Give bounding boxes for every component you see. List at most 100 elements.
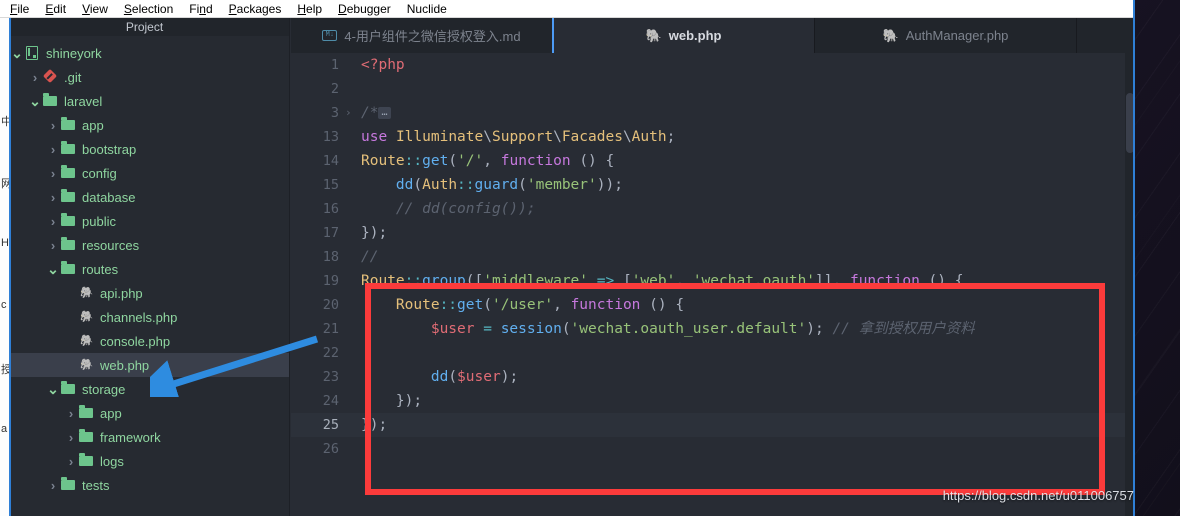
- tree-item-tests[interactable]: ›tests: [0, 473, 289, 497]
- menu-item-edit[interactable]: Edit: [37, 0, 74, 18]
- editor-scrollbar-thumb[interactable]: [1126, 93, 1134, 153]
- php-icon: 🐘: [646, 30, 662, 42]
- tab-label: AuthManager.php: [906, 28, 1009, 43]
- chevron-down-icon[interactable]: ⌄: [46, 264, 60, 274]
- line-number: 14: [291, 149, 343, 173]
- chevron-down-icon[interactable]: ⌄: [10, 48, 24, 58]
- markdown-icon: M↓: [322, 30, 337, 41]
- code-line[interactable]: 18//: [291, 245, 1135, 269]
- chevron-right-icon[interactable]: ›: [28, 70, 42, 85]
- tree-item-web-php[interactable]: 🐘web.php: [0, 353, 289, 377]
- background-window-edge: [9, 18, 11, 516]
- menu-item-nuclide[interactable]: Nuclide: [399, 0, 455, 18]
- chevron-down-icon[interactable]: ⌄: [28, 96, 42, 106]
- code-line[interactable]: 3›/*…: [291, 101, 1135, 125]
- tree-item-routes[interactable]: ⌄routes: [0, 257, 289, 281]
- tree-item-config[interactable]: › config: [0, 161, 289, 185]
- tab-bar[interactable]: M↓4-用户组件之微信授权登入.md🐘web.php🐘AuthManager.p…: [291, 18, 1135, 53]
- code-line-text: Route::group(['middleware' => ['web', 'w…: [361, 269, 963, 293]
- chevron-right-icon[interactable]: ›: [46, 190, 60, 205]
- window-body: Project ⌄shineyork›.git⌄laravel›app›boot…: [0, 18, 1135, 516]
- chevron-right-icon[interactable]: ›: [46, 166, 60, 181]
- code-line[interactable]: 20 Route::get('/user', function () {: [291, 293, 1135, 317]
- code-fold-toggle-icon[interactable]: ›: [345, 101, 355, 125]
- code-line[interactable]: 21 $user = session('wechat.oauth_user.de…: [291, 317, 1135, 341]
- chevron-right-icon[interactable]: ›: [46, 214, 60, 229]
- tree-item-resources[interactable]: ›resources: [0, 233, 289, 257]
- line-number: 18: [291, 245, 343, 269]
- php-icon: 🐘: [78, 310, 95, 324]
- tree-item-console-php[interactable]: 🐘console.php: [0, 329, 289, 353]
- menu-item-packages[interactable]: Packages: [221, 0, 290, 18]
- tree-item-label: bootstrap: [82, 142, 136, 157]
- line-number: 13: [291, 125, 343, 149]
- tree-item-label: app: [100, 406, 122, 421]
- tree-item-git[interactable]: ›.git: [0, 65, 289, 89]
- chevron-right-icon[interactable]: ›: [46, 142, 60, 157]
- menu-bar[interactable]: FileEditViewSelectionFindPackagesHelpDeb…: [0, 0, 1135, 18]
- menu-item-file[interactable]: File: [0, 0, 37, 18]
- chevron-right-icon[interactable]: ›: [46, 118, 60, 133]
- code-line-text: use Illuminate\Support\Facades\Auth;: [361, 125, 675, 149]
- code-line[interactable]: 14Route::get('/', function () {: [291, 149, 1135, 173]
- code-line[interactable]: 25});: [291, 413, 1135, 437]
- tree-item-app[interactable]: › app: [0, 113, 289, 137]
- line-number: 20: [291, 293, 343, 317]
- code-line-text: $user = session('wechat.oauth_user.defau…: [361, 317, 975, 341]
- tree-item-label: config: [82, 166, 117, 181]
- code-area[interactable]: 1 <?php23›/*…13 use Illuminate\Support\Fac…: [291, 53, 1135, 516]
- tree-item-public[interactable]: ›public: [0, 209, 289, 233]
- chevron-right-icon[interactable]: ›: [64, 406, 78, 421]
- folder-icon: [60, 214, 77, 228]
- code-line-text: <?php: [361, 53, 405, 77]
- tree-item-label: app: [82, 118, 104, 133]
- line-number: 23: [291, 365, 343, 389]
- code-line[interactable]: 16 // dd(config());: [291, 197, 1135, 221]
- code-line[interactable]: 1 <?php: [291, 53, 1135, 77]
- tree-item-bootstrap[interactable]: › bootstrap: [0, 137, 289, 161]
- folder-icon: [78, 406, 95, 420]
- code-line[interactable]: 2: [291, 77, 1135, 101]
- tree-item-app[interactable]: › app: [0, 401, 289, 425]
- code-line[interactable]: 24 });: [291, 389, 1135, 413]
- menu-item-selection[interactable]: Selection: [116, 0, 181, 18]
- code-line[interactable]: 17});: [291, 221, 1135, 245]
- tree-item-storage[interactable]: ⌄ storage: [0, 377, 289, 401]
- menu-item-help[interactable]: Help: [289, 0, 330, 18]
- line-number: 17: [291, 221, 343, 245]
- tab-web.php[interactable]: 🐘web.php: [553, 18, 815, 53]
- menu-item-find[interactable]: Find: [181, 0, 220, 18]
- code-line[interactable]: 22: [291, 341, 1135, 365]
- code-line[interactable]: 13 use Illuminate\Support\Facades\Auth;: [291, 125, 1135, 149]
- repo-book-icon: [24, 46, 41, 60]
- php-icon: 🐘: [78, 286, 95, 300]
- tree-item-label: storage: [82, 382, 125, 397]
- menu-item-debugger[interactable]: Debugger: [330, 0, 399, 18]
- tree-item-shineyork[interactable]: ⌄shineyork: [0, 41, 289, 65]
- menu-item-view[interactable]: View: [74, 0, 116, 18]
- tree-item-database[interactable]: ›database: [0, 185, 289, 209]
- git-icon: [42, 70, 59, 84]
- tab-4-.md[interactable]: M↓4-用户组件之微信授权登入.md: [291, 18, 553, 53]
- chevron-right-icon[interactable]: ›: [46, 238, 60, 253]
- chevron-right-icon[interactable]: ›: [64, 430, 78, 445]
- chevron-right-icon[interactable]: ›: [46, 478, 60, 493]
- line-number: 15: [291, 173, 343, 197]
- tab-authmanager.php[interactable]: 🐘AuthManager.php: [815, 18, 1077, 53]
- chevron-down-icon[interactable]: ⌄: [46, 384, 60, 394]
- code-line[interactable]: 23 dd($user);: [291, 365, 1135, 389]
- folder-icon: [60, 382, 77, 396]
- file-tree[interactable]: ⌄shineyork›.git⌄laravel › app › bootstrap › co…: [0, 36, 289, 516]
- tab-bar-overflow: [1077, 18, 1135, 53]
- code-line[interactable]: 15 dd(Auth::guard('member'));: [291, 173, 1135, 197]
- tree-item-logs[interactable]: ›logs: [0, 449, 289, 473]
- chevron-right-icon[interactable]: ›: [64, 454, 78, 469]
- tree-item-api-php[interactable]: 🐘api.php: [0, 281, 289, 305]
- tree-item-channels-php[interactable]: 🐘channels.php: [0, 305, 289, 329]
- line-number: 1: [291, 53, 343, 77]
- editor-scrollbar-track[interactable]: [1125, 53, 1135, 516]
- code-line[interactable]: 19Route::group(['middleware' => ['web', …: [291, 269, 1135, 293]
- tree-item-laravel[interactable]: ⌄laravel: [0, 89, 289, 113]
- tree-item-framework[interactable]: ›framework: [0, 425, 289, 449]
- code-line[interactable]: 26: [291, 437, 1135, 461]
